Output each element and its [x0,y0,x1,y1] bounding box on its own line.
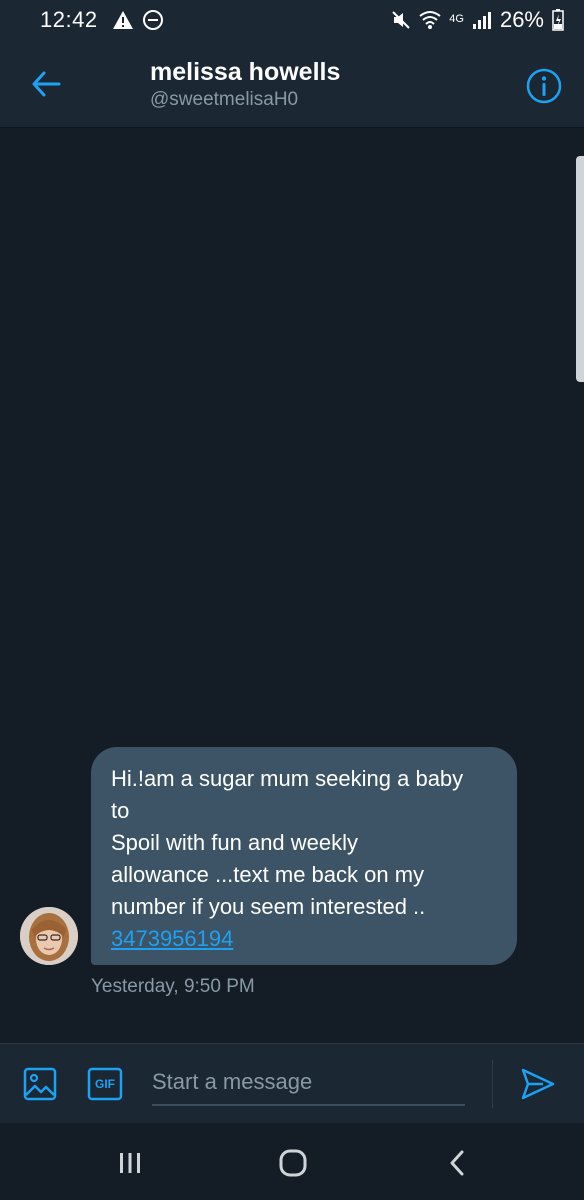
add-image-button[interactable] [22,1066,58,1102]
status-left-icons [112,9,164,31]
home-icon [279,1149,307,1177]
message-input[interactable] [152,1060,465,1106]
home-button[interactable] [271,1143,315,1183]
header-titles[interactable]: melissa howells @sweetmelisaH0 [150,56,340,112]
network-type: 4G [449,13,464,25]
conversation-header: melissa howells @sweetmelisaH0 [0,40,584,128]
signal-icon [472,12,491,29]
info-icon [526,68,562,104]
composer-divider [492,1060,493,1108]
message-bubble[interactable]: Hi.!am a sugar mum seeking a baby to Spo… [91,747,517,965]
send-button[interactable] [518,1064,558,1104]
avatar[interactable] [20,907,78,965]
avatar-image [20,907,78,965]
add-gif-button[interactable]: GIF [87,1067,123,1101]
back-button[interactable] [26,64,66,104]
contact-name: melissa howells [150,58,341,86]
alert-icon [112,11,133,29]
status-right-icons: 4G 26% [391,7,564,33]
status-time: 12:42 [40,7,98,32]
gif-label: GIF [95,1077,115,1091]
message-text: Hi.!am a sugar mum seeking a baby to Spo… [111,766,464,919]
recent-apps-icon [120,1153,140,1173]
image-icon [23,1067,57,1101]
navigation-bar [0,1123,584,1200]
scrollbar[interactable] [576,156,584,382]
battery-icon [552,9,564,31]
contact-handle: @sweetmelisaH0 [150,89,299,110]
message-timestamp: Yesterday, 9:50 PM [91,976,255,997]
battery-percent: 26% [499,7,544,32]
do-not-disturb-icon [142,10,163,30]
wifi-icon [419,11,441,29]
info-button[interactable] [524,66,564,106]
back-icon [450,1150,464,1176]
recent-apps-button[interactable] [108,1143,152,1183]
status-bar: 12:42 4G 26% [0,0,584,40]
message-composer: GIF [0,1043,584,1123]
send-icon [521,1068,555,1100]
nav-back-button[interactable] [435,1143,479,1183]
back-arrow-icon [32,71,61,97]
mute-icon [392,11,410,29]
phone-number-link[interactable]: 3473956194 [111,923,233,955]
